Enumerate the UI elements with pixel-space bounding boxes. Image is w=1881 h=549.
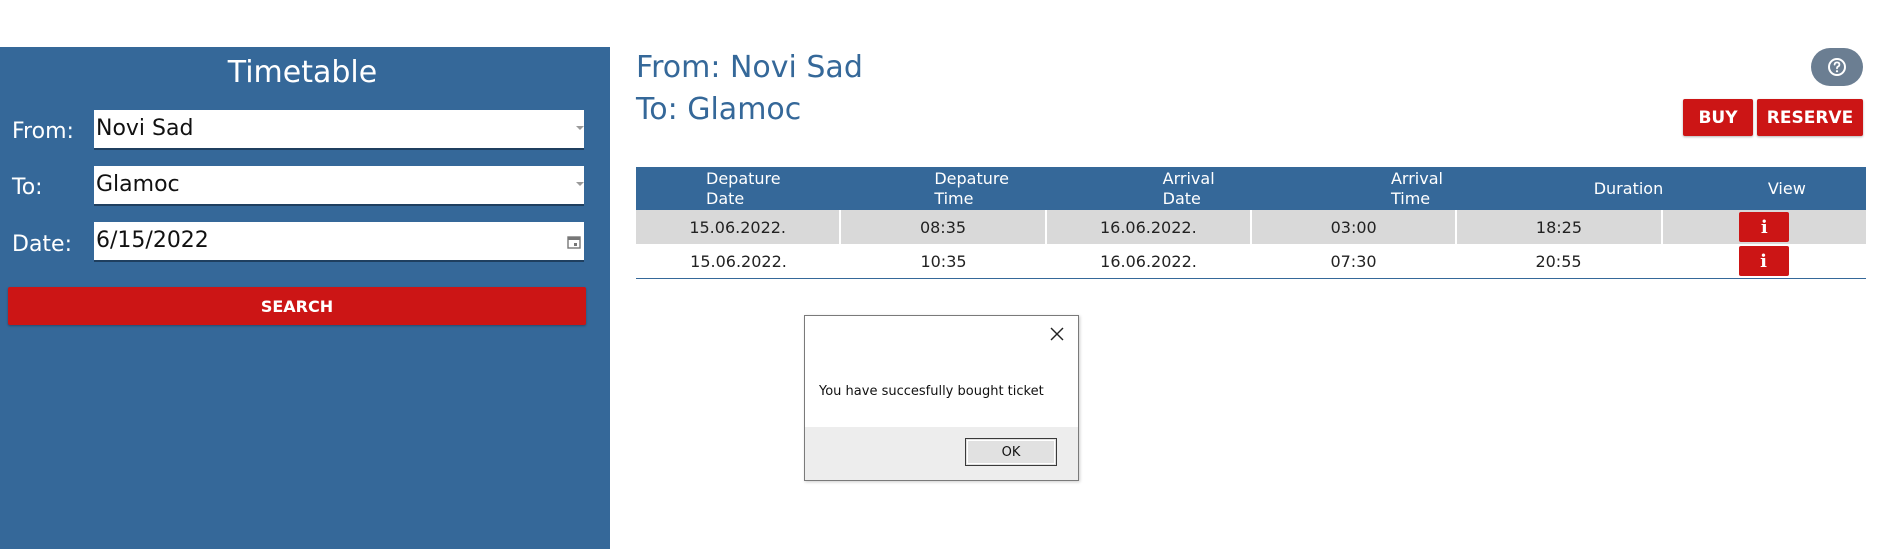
- table-row[interactable]: 15.06.2022. 10:35 16.06.2022. 07:30 20:5…: [636, 244, 1866, 279]
- route-to-heading: To: Glamoc: [636, 92, 802, 127]
- dialog-footer: OK: [805, 427, 1078, 480]
- ok-button[interactable]: OK: [965, 438, 1057, 466]
- question-circle-icon: [1828, 58, 1846, 76]
- info-icon[interactable]: i: [1739, 212, 1790, 242]
- panel-title: Timetable: [227, 55, 378, 90]
- cell-arrival-date: 16.06.2022.: [1100, 251, 1197, 271]
- header-duration: Duration: [1593, 179, 1664, 198]
- cell-arrival-time: 03:00: [1252, 210, 1458, 244]
- search-panel: Timetable From: Novi Sad To: Glamoc Date…: [0, 47, 610, 549]
- chevron-down-icon: [576, 182, 584, 186]
- table-row[interactable]: 15.06.2022. 08:35 16.06.2022. 03:00 18:2…: [636, 210, 1866, 244]
- cell-view: i: [1663, 210, 1866, 244]
- header-view: View: [1767, 179, 1806, 198]
- cell-arrival-time: 07:30: [1330, 251, 1377, 271]
- header-departure-date: Depature Date: [706, 169, 781, 208]
- to-label: To:: [12, 175, 43, 200]
- calendar-icon[interactable]: [567, 235, 581, 249]
- from-select[interactable]: Novi Sad: [94, 110, 584, 150]
- header-arrival-date: Arrival Date: [1162, 169, 1215, 208]
- date-input[interactable]: 6/15/2022: [94, 222, 584, 262]
- from-select-value: Novi Sad: [96, 116, 194, 141]
- cell-arrival-date: 16.06.2022.: [1047, 210, 1252, 244]
- cell-departure-date: 15.06.2022.: [690, 251, 787, 271]
- reserve-button[interactable]: RESERVE: [1757, 99, 1863, 136]
- cell-departure-date: 15.06.2022.: [636, 210, 842, 244]
- table-header: Depature Date Depature Time Arrival Date Ar…: [636, 167, 1866, 210]
- buy-button[interactable]: BUY: [1683, 99, 1753, 136]
- header-arrival-time: Arrival Time: [1390, 169, 1443, 208]
- close-icon[interactable]: [1048, 325, 1066, 343]
- timetable: Depature Date Depature Time Arrival Date Ar…: [636, 167, 1866, 279]
- dialog-message: You have succesfully bought ticket: [819, 384, 1044, 399]
- help-button[interactable]: [1811, 48, 1863, 86]
- route-from-heading: From: Novi Sad: [636, 50, 863, 85]
- cell-view: i: [1661, 244, 1866, 278]
- cell-departure-time: 10:35: [920, 251, 967, 271]
- cell-departure-time: 08:35: [841, 210, 1047, 244]
- header-departure-time: Depature Time: [934, 169, 1009, 208]
- date-label: Date:: [12, 232, 72, 257]
- info-icon[interactable]: i: [1738, 246, 1789, 276]
- cell-duration: 20:55: [1535, 251, 1582, 271]
- to-select-value: Glamoc: [96, 172, 180, 197]
- message-dialog: You have succesfully bought ticket OK: [804, 315, 1079, 481]
- search-button[interactable]: SEARCH: [8, 287, 586, 325]
- date-input-value: 6/15/2022: [96, 228, 209, 253]
- to-select[interactable]: Glamoc: [94, 166, 584, 206]
- chevron-down-icon: [576, 126, 584, 130]
- from-label: From:: [12, 119, 74, 144]
- cell-duration: 18:25: [1457, 210, 1663, 244]
